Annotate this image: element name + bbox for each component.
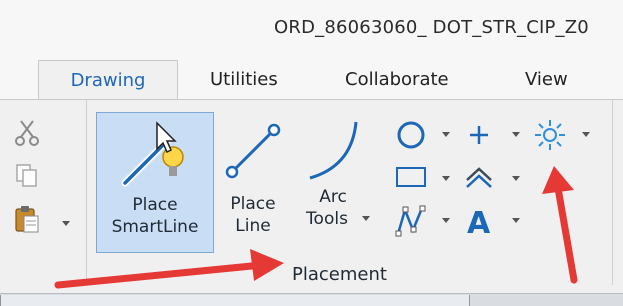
annotation-arrow-snap [542, 166, 578, 284]
annotation-arrow-placement [54, 249, 284, 289]
annotation-arrows [54, 166, 578, 289]
